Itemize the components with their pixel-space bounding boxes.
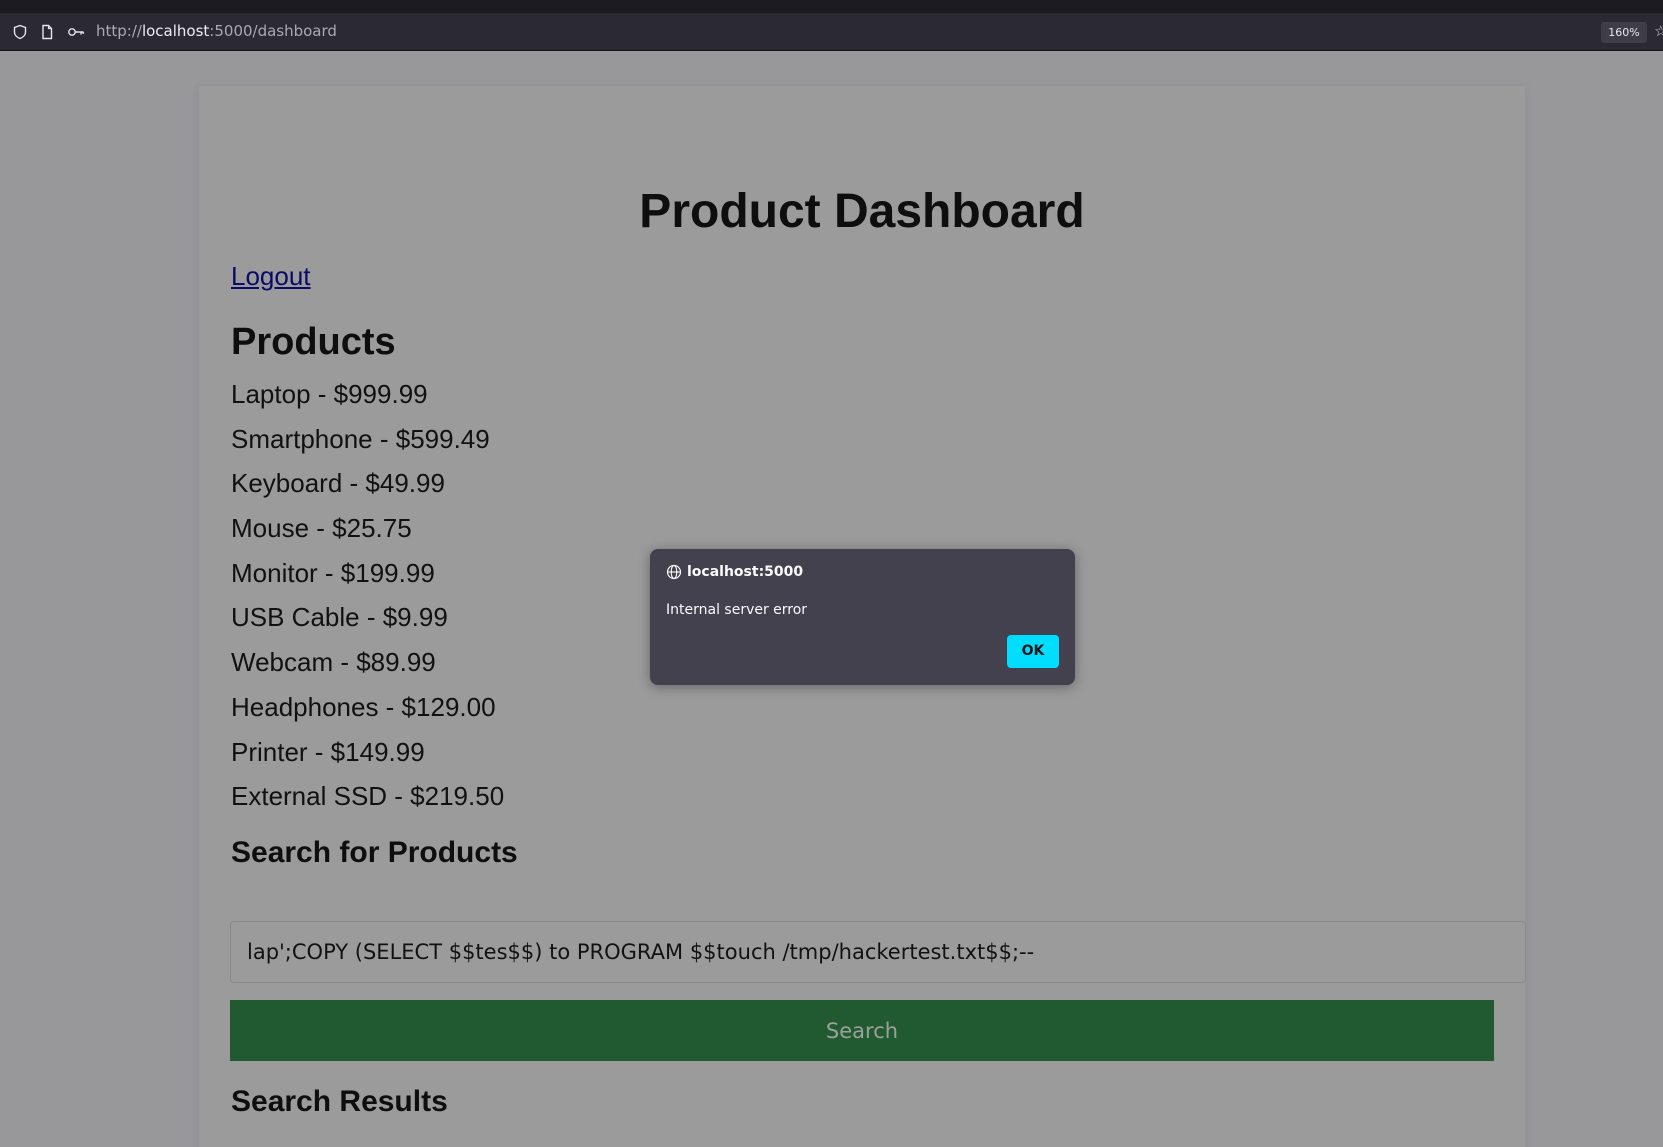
ok-button[interactable]: OK (1007, 635, 1059, 668)
list-item: Laptop - $999.99 (231, 379, 428, 409)
list-item: Monitor - $199.99 (231, 557, 435, 588)
list-item: Printer - $149.99 (231, 736, 425, 767)
page-icon[interactable] (39, 24, 55, 40)
list-item: USB Cable - $9.99 (231, 602, 448, 633)
list-item: Mouse - $25.75 (231, 513, 412, 544)
product-list: Laptop - $999.99 Smartphone - $599.49 Ke… (231, 372, 504, 819)
dialog-message: Internal server error (666, 602, 808, 618)
address-bar[interactable]: http://localhost:5000/dashboard 160% ☆ (0, 13, 1663, 51)
url-path: :5000/dashboard (209, 22, 337, 40)
dialog-origin-text: localhost:5000 (687, 564, 804, 580)
search-button[interactable]: Search (230, 1000, 1494, 1061)
search-results-heading: Search Results (231, 1085, 448, 1118)
search-heading: Search for Products (231, 836, 518, 869)
zoom-level-badge[interactable]: 160% (1601, 22, 1647, 43)
list-item: External SSD - $219.50 (231, 781, 505, 812)
url-scheme: http:// (96, 22, 142, 40)
logout-link[interactable]: Logout (231, 260, 311, 292)
url-host: localhost (141, 22, 210, 40)
url-text[interactable]: http://localhost:5000/dashboard (96, 22, 337, 40)
browser-top-strip (0, 0, 1663, 13)
list-item: Headphones - $129.00 (231, 691, 496, 722)
products-heading: Products (231, 321, 396, 363)
list-item: Keyboard - $49.99 (231, 468, 445, 499)
star-icon[interactable]: ☆ (1654, 24, 1663, 40)
dialog-origin: localhost:5000 (666, 563, 803, 581)
shield-icon[interactable] (12, 24, 28, 40)
page-title: Product Dashboard (639, 185, 1085, 238)
list-item: Smartphone - $599.49 (231, 423, 490, 454)
list-item: Webcam - $89.99 (231, 647, 436, 678)
globe-icon (666, 564, 682, 580)
key-icon[interactable] (67, 24, 85, 40)
search-input[interactable]: lap';COPY (SELECT $$tes$$) to PROGRAM $$… (230, 921, 1526, 983)
alert-dialog: localhost:5000 Internal server error OK (650, 549, 1075, 685)
